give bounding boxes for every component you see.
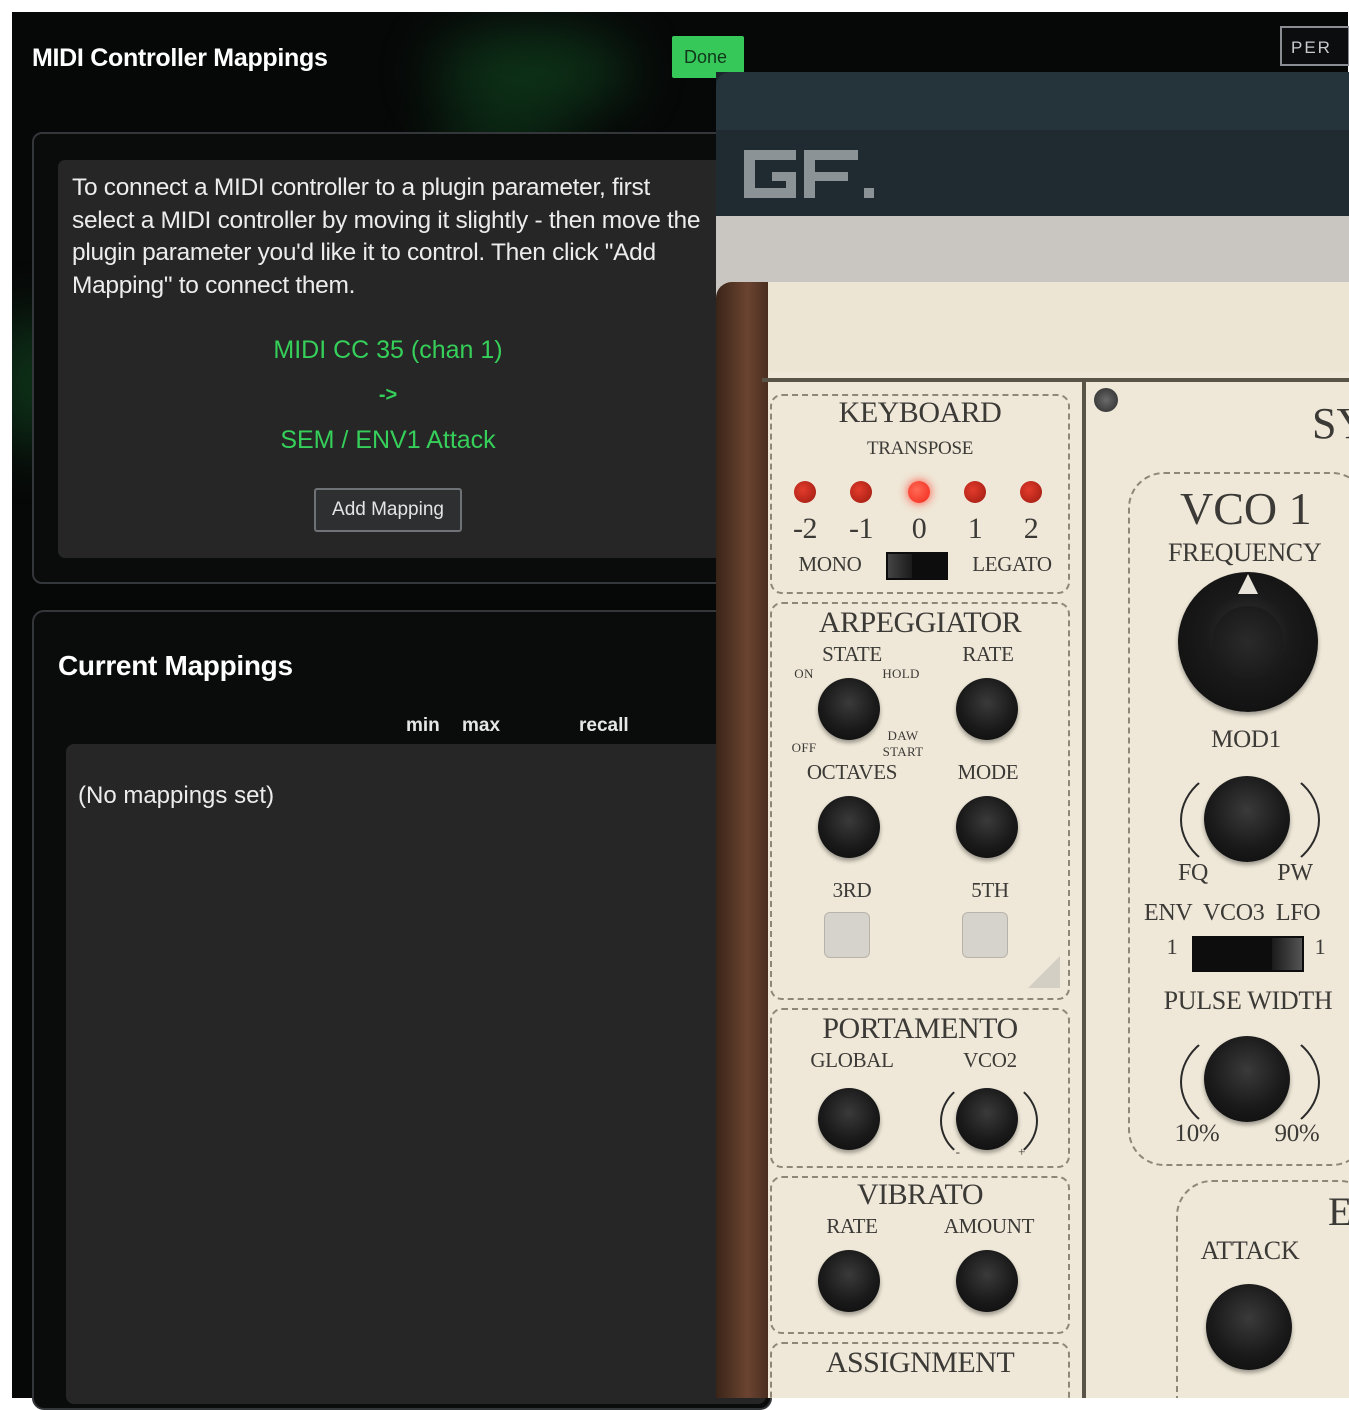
performance-button[interactable]: PER (1280, 26, 1349, 66)
panel-divider (1082, 382, 1086, 1398)
arp-daw-label: DAW (887, 728, 919, 743)
arpeggiator-title: ARPEGGIATOR (818, 606, 1022, 639)
pw-min-label: 10% (1174, 1120, 1220, 1147)
pulse-width-knob[interactable] (1204, 1036, 1290, 1122)
empty-mappings-text: (No mappings set) (78, 782, 275, 809)
screw-icon (1094, 388, 1118, 412)
portamento-plus: + (1018, 1144, 1026, 1159)
mod-source-labels: ENV VCO3 LFO (1144, 900, 1321, 926)
panel-rule (762, 378, 1349, 382)
plugin-logo (744, 150, 874, 198)
transpose-led[interactable] (1020, 481, 1042, 503)
vco1-mod1-label: MOD1 (1211, 726, 1281, 753)
portamento-vco2-knob[interactable] (956, 1088, 1018, 1150)
plugin-header (716, 130, 1349, 216)
vco1-mod1-knob[interactable] (1204, 776, 1290, 862)
transpose-value: -2 (793, 512, 818, 545)
arp-start-label: START (882, 744, 924, 759)
transpose-label: TRANSPOSE (866, 438, 974, 459)
mod1-fq-label: FQ (1177, 860, 1209, 886)
vibrato-rate-knob[interactable] (818, 1250, 880, 1312)
arp-octaves-label: OCTAVES (806, 760, 898, 784)
pulse-width-label: PULSE WIDTH (1163, 986, 1333, 1015)
mappings-list (66, 744, 766, 1404)
column-header-min: min (406, 715, 440, 736)
arp-octaves-knob[interactable] (818, 796, 880, 858)
mapping-arrow: -> (378, 384, 398, 406)
portamento-vco2-label: VCO2 (963, 1048, 1017, 1072)
arp-state-knob[interactable] (818, 678, 880, 740)
selected-controller: MIDI CC 35 (chan 1) (273, 336, 503, 364)
env-attack-knob[interactable] (1206, 1284, 1292, 1370)
portamento-minus: - (955, 1144, 961, 1159)
arp-rate-label: RATE (962, 642, 1014, 666)
portamento-title: PORTAMENTO (822, 1012, 1018, 1045)
legato-label: LEGATO (972, 552, 1052, 576)
selected-parameter: SEM / ENV1 Attack (280, 426, 496, 454)
vco1-frequency-label: FREQUENCY (1168, 538, 1322, 567)
transpose-value: 1 (967, 512, 983, 545)
transpose-value: -1 (849, 512, 874, 545)
mono-legato-switch[interactable] (886, 552, 948, 580)
column-header-max: max (462, 715, 501, 736)
transpose-led[interactable] (850, 481, 872, 503)
vco1-title: VCO 1 (1180, 483, 1312, 534)
arp-hold-label: HOLD (882, 666, 920, 681)
mod-source-switch[interactable] (1192, 936, 1304, 972)
arp-off-label: OFF (791, 740, 817, 755)
arp-3rd-button[interactable] (824, 912, 870, 958)
keyboard-title: KEYBOARD (838, 396, 1002, 429)
arp-on-label: ON (794, 666, 814, 681)
background-glow (432, 32, 632, 112)
vibrato-amount-knob[interactable] (956, 1250, 1018, 1312)
arp-rate-knob[interactable] (956, 678, 1018, 740)
add-mapping-button[interactable]: Add Mapping (314, 488, 462, 532)
arp-5th-label: 5TH (971, 878, 1009, 902)
transpose-value: 0 (911, 512, 927, 545)
instructions-text: To connect a MIDI controller to a plugin… (72, 174, 701, 299)
portamento-global-knob[interactable] (818, 1088, 880, 1150)
transpose-led[interactable] (794, 481, 816, 503)
synth-section-title: SY (1312, 399, 1349, 448)
vibrato-rate-label: RATE (826, 1214, 878, 1238)
mono-label: MONO (798, 552, 862, 576)
arp-3rd-label: 3RD (832, 878, 872, 902)
vibrato-title: VIBRATO (857, 1178, 983, 1211)
transpose-value: 2 (1023, 512, 1039, 545)
plugin-window: KEYBOARD TRANSPOSE -2 -1 0 1 2 MONO LEGA… (716, 72, 1349, 1398)
current-mappings-title: Current Mappings (58, 650, 293, 681)
arp-mode-knob[interactable] (956, 796, 1018, 858)
env-attack-label: ATTACK (1200, 1236, 1300, 1265)
pw-max-label: 90% (1274, 1120, 1320, 1147)
frequency-pointer-icon (1238, 574, 1258, 594)
mod1-pw-label: PW (1277, 860, 1313, 886)
column-header-recall: recall (579, 715, 629, 736)
arp-5th-button[interactable] (962, 912, 1008, 958)
transpose-led-active[interactable] (908, 481, 930, 503)
dialog-title: MIDI Controller Mappings (32, 44, 328, 72)
portamento-global-label: GLOBAL (810, 1048, 894, 1072)
vco1-frequency-knob[interactable] (1178, 572, 1318, 712)
wood-side-panel (716, 282, 768, 1398)
resize-corner-icon[interactable] (1026, 954, 1062, 990)
plugin-titlebar[interactable] (716, 72, 1349, 130)
env-number: 1 (1166, 934, 1178, 959)
vibrato-amount-label: AMOUNT (943, 1214, 1035, 1238)
arp-state-label: STATE (822, 642, 882, 666)
arp-mode-label: MODE (957, 760, 1019, 784)
panel-top (766, 282, 1349, 386)
lfo-number: 1 (1314, 934, 1326, 959)
env-title: E (1328, 1189, 1349, 1234)
assignment-title: ASSIGNMENT (825, 1346, 1015, 1379)
transpose-led[interactable] (964, 481, 986, 503)
